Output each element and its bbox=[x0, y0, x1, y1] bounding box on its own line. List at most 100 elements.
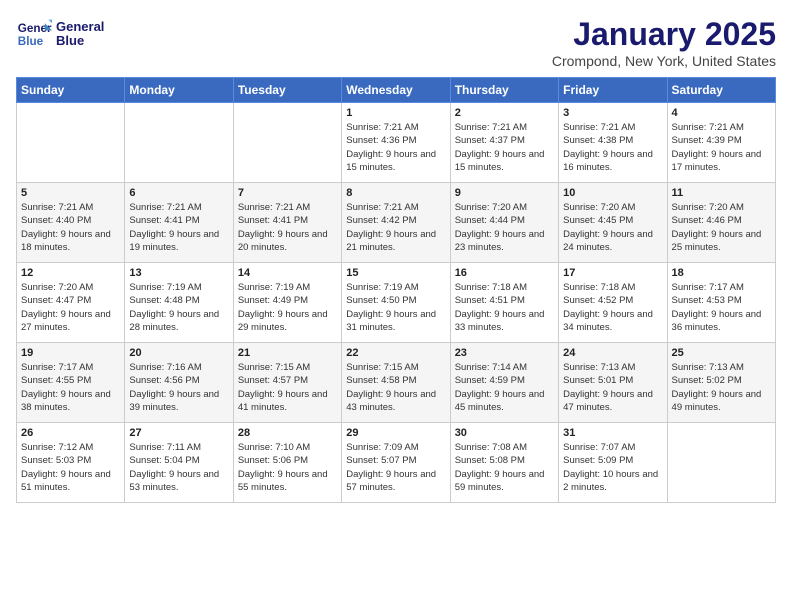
calendar-cell: 15 Sunrise: 7:19 AM Sunset: 4:50 PM Dayli… bbox=[342, 263, 450, 343]
day-number: 2 bbox=[455, 107, 554, 119]
day-detail: Sunrise: 7:21 AM Sunset: 4:36 PM Dayligh… bbox=[346, 121, 445, 174]
day-detail: Sunrise: 7:09 AM Sunset: 5:07 PM Dayligh… bbox=[346, 441, 445, 494]
day-number: 6 bbox=[129, 187, 228, 199]
day-detail: Sunrise: 7:19 AM Sunset: 4:50 PM Dayligh… bbox=[346, 281, 445, 334]
calendar-cell: 22 Sunrise: 7:15 AM Sunset: 4:58 PM Dayli… bbox=[342, 343, 450, 423]
day-number: 18 bbox=[672, 267, 771, 279]
calendar-cell: 19 Sunrise: 7:17 AM Sunset: 4:55 PM Dayli… bbox=[17, 343, 125, 423]
day-detail: Sunrise: 7:19 AM Sunset: 4:49 PM Dayligh… bbox=[238, 281, 337, 334]
calendar-cell: 26Sunrise: 7:12 AM Sunset: 5:03 PM Dayli… bbox=[17, 423, 125, 503]
calendar-cell: 20Sunrise: 7:16 AM Sunset: 4:56 PM Dayli… bbox=[125, 343, 233, 423]
day-number: 8 bbox=[346, 187, 445, 199]
day-detail: Sunrise: 7:13 AM Sunset: 5:01 PM Dayligh… bbox=[563, 361, 662, 414]
calendar-cell: 13Sunrise: 7:19 AM Sunset: 4:48 PM Dayli… bbox=[125, 263, 233, 343]
day-detail: Sunrise: 7:17 AM Sunset: 4:55 PM Dayligh… bbox=[21, 361, 120, 414]
day-detail: Sunrise: 7:20 AM Sunset: 4:44 PM Dayligh… bbox=[455, 201, 554, 254]
calendar-week-2: 5 Sunrise: 7:21 AM Sunset: 4:40 PM Daylig… bbox=[17, 183, 776, 263]
day-detail: Sunrise: 7:08 AM Sunset: 5:08 PM Dayligh… bbox=[455, 441, 554, 494]
calendar-week-3: 12 Sunrise: 7:20 AM Sunset: 4:47 PM Dayli… bbox=[17, 263, 776, 343]
calendar-week-5: 26Sunrise: 7:12 AM Sunset: 5:03 PM Dayli… bbox=[17, 423, 776, 503]
day-detail: Sunrise: 7:21 AM Sunset: 4:41 PM Dayligh… bbox=[238, 201, 337, 254]
day-of-week-sunday: Sunday bbox=[17, 78, 125, 103]
calendar-cell: 21 Sunrise: 7:15 AM Sunset: 4:57 PM Dayli… bbox=[233, 343, 341, 423]
calendar-cell: 30Sunrise: 7:08 AM Sunset: 5:08 PM Dayli… bbox=[450, 423, 558, 503]
day-number: 21 bbox=[238, 347, 337, 359]
day-detail: Sunrise: 7:14 AM Sunset: 4:59 PM Dayligh… bbox=[455, 361, 554, 414]
calendar-cell: 14 Sunrise: 7:19 AM Sunset: 4:49 PM Dayli… bbox=[233, 263, 341, 343]
calendar-cell: 31 Sunrise: 7:07 AM Sunset: 5:09 PM Dayli… bbox=[559, 423, 667, 503]
day-detail: Sunrise: 7:16 AM Sunset: 4:56 PM Dayligh… bbox=[129, 361, 228, 414]
calendar-cell bbox=[125, 103, 233, 183]
calendar-cell bbox=[17, 103, 125, 183]
day-number: 14 bbox=[238, 267, 337, 279]
day-number: 3 bbox=[563, 107, 662, 119]
calendar-cell: 12 Sunrise: 7:20 AM Sunset: 4:47 PM Dayli… bbox=[17, 263, 125, 343]
calendar-cell: 18Sunrise: 7:17 AM Sunset: 4:53 PM Dayli… bbox=[667, 263, 775, 343]
day-detail: Sunrise: 7:07 AM Sunset: 5:09 PM Dayligh… bbox=[563, 441, 662, 494]
day-number: 23 bbox=[455, 347, 554, 359]
day-number: 24 bbox=[563, 347, 662, 359]
calendar-cell bbox=[233, 103, 341, 183]
calendar-cell: 27Sunrise: 7:11 AM Sunset: 5:04 PM Dayli… bbox=[125, 423, 233, 503]
day-detail: Sunrise: 7:19 AM Sunset: 4:48 PM Dayligh… bbox=[129, 281, 228, 334]
calendar-cell: 9 Sunrise: 7:20 AM Sunset: 4:44 PM Daylig… bbox=[450, 183, 558, 263]
day-detail: Sunrise: 7:21 AM Sunset: 4:40 PM Dayligh… bbox=[21, 201, 120, 254]
day-number: 17 bbox=[563, 267, 662, 279]
calendar-cell: 10 Sunrise: 7:20 AM Sunset: 4:45 PM Dayli… bbox=[559, 183, 667, 263]
day-detail: Sunrise: 7:21 AM Sunset: 4:41 PM Dayligh… bbox=[129, 201, 228, 254]
calendar-week-1: 1Sunrise: 7:21 AM Sunset: 4:36 PM Daylig… bbox=[17, 103, 776, 183]
day-number: 10 bbox=[563, 187, 662, 199]
day-detail: Sunrise: 7:21 AM Sunset: 4:38 PM Dayligh… bbox=[563, 121, 662, 174]
day-number: 15 bbox=[346, 267, 445, 279]
calendar-cell: 25 Sunrise: 7:13 AM Sunset: 5:02 PM Dayli… bbox=[667, 343, 775, 423]
calendar-cell: 23 Sunrise: 7:14 AM Sunset: 4:59 PM Dayli… bbox=[450, 343, 558, 423]
day-of-week-thursday: Thursday bbox=[450, 78, 558, 103]
day-number: 9 bbox=[455, 187, 554, 199]
day-number: 4 bbox=[672, 107, 771, 119]
calendar-week-4: 19 Sunrise: 7:17 AM Sunset: 4:55 PM Dayli… bbox=[17, 343, 776, 423]
logo-icon: General Blue bbox=[16, 16, 52, 52]
calendar-cell: 5 Sunrise: 7:21 AM Sunset: 4:40 PM Daylig… bbox=[17, 183, 125, 263]
day-number: 27 bbox=[129, 427, 228, 439]
logo-line1: General bbox=[56, 20, 104, 34]
day-number: 12 bbox=[21, 267, 120, 279]
day-detail: Sunrise: 7:15 AM Sunset: 4:57 PM Dayligh… bbox=[238, 361, 337, 414]
day-number: 29 bbox=[346, 427, 445, 439]
day-number: 5 bbox=[21, 187, 120, 199]
day-number: 25 bbox=[672, 347, 771, 359]
day-detail: Sunrise: 7:18 AM Sunset: 4:51 PM Dayligh… bbox=[455, 281, 554, 334]
title-area: January 2025 Crompond, New York, United … bbox=[552, 16, 776, 69]
calendar-cell: 8Sunrise: 7:21 AM Sunset: 4:42 PM Daylig… bbox=[342, 183, 450, 263]
calendar-cell: 29 Sunrise: 7:09 AM Sunset: 5:07 PM Dayli… bbox=[342, 423, 450, 503]
day-number: 19 bbox=[21, 347, 120, 359]
day-of-week-wednesday: Wednesday bbox=[342, 78, 450, 103]
day-of-week-tuesday: Tuesday bbox=[233, 78, 341, 103]
day-of-week-friday: Friday bbox=[559, 78, 667, 103]
calendar-cell: 2Sunrise: 7:21 AM Sunset: 4:37 PM Daylig… bbox=[450, 103, 558, 183]
day-detail: Sunrise: 7:13 AM Sunset: 5:02 PM Dayligh… bbox=[672, 361, 771, 414]
day-detail: Sunrise: 7:20 AM Sunset: 4:45 PM Dayligh… bbox=[563, 201, 662, 254]
day-detail: Sunrise: 7:21 AM Sunset: 4:39 PM Dayligh… bbox=[672, 121, 771, 174]
day-number: 22 bbox=[346, 347, 445, 359]
day-number: 31 bbox=[563, 427, 662, 439]
day-number: 28 bbox=[238, 427, 337, 439]
day-number: 16 bbox=[455, 267, 554, 279]
day-detail: Sunrise: 7:12 AM Sunset: 5:03 PM Dayligh… bbox=[21, 441, 120, 494]
calendar-cell: 24 Sunrise: 7:13 AM Sunset: 5:01 PM Dayli… bbox=[559, 343, 667, 423]
calendar-cell: 28 Sunrise: 7:10 AM Sunset: 5:06 PM Dayli… bbox=[233, 423, 341, 503]
day-detail: Sunrise: 7:20 AM Sunset: 4:46 PM Dayligh… bbox=[672, 201, 771, 254]
day-detail: Sunrise: 7:20 AM Sunset: 4:47 PM Dayligh… bbox=[21, 281, 120, 334]
logo-line2: Blue bbox=[56, 34, 104, 48]
calendar-cell: 16 Sunrise: 7:18 AM Sunset: 4:51 PM Dayli… bbox=[450, 263, 558, 343]
calendar-cell: 4 Sunrise: 7:21 AM Sunset: 4:39 PM Daylig… bbox=[667, 103, 775, 183]
logo-text: General Blue bbox=[56, 20, 104, 49]
month-title: January 2025 bbox=[552, 16, 776, 53]
svg-text:Blue: Blue bbox=[18, 35, 44, 48]
day-of-week-saturday: Saturday bbox=[667, 78, 775, 103]
day-detail: Sunrise: 7:10 AM Sunset: 5:06 PM Dayligh… bbox=[238, 441, 337, 494]
day-of-week-monday: Monday bbox=[125, 78, 233, 103]
calendar-cell: 17Sunrise: 7:18 AM Sunset: 4:52 PM Dayli… bbox=[559, 263, 667, 343]
day-detail: Sunrise: 7:15 AM Sunset: 4:58 PM Dayligh… bbox=[346, 361, 445, 414]
logo: General Blue General Blue bbox=[16, 16, 104, 52]
calendar-cell: 11Sunrise: 7:20 AM Sunset: 4:46 PM Dayli… bbox=[667, 183, 775, 263]
